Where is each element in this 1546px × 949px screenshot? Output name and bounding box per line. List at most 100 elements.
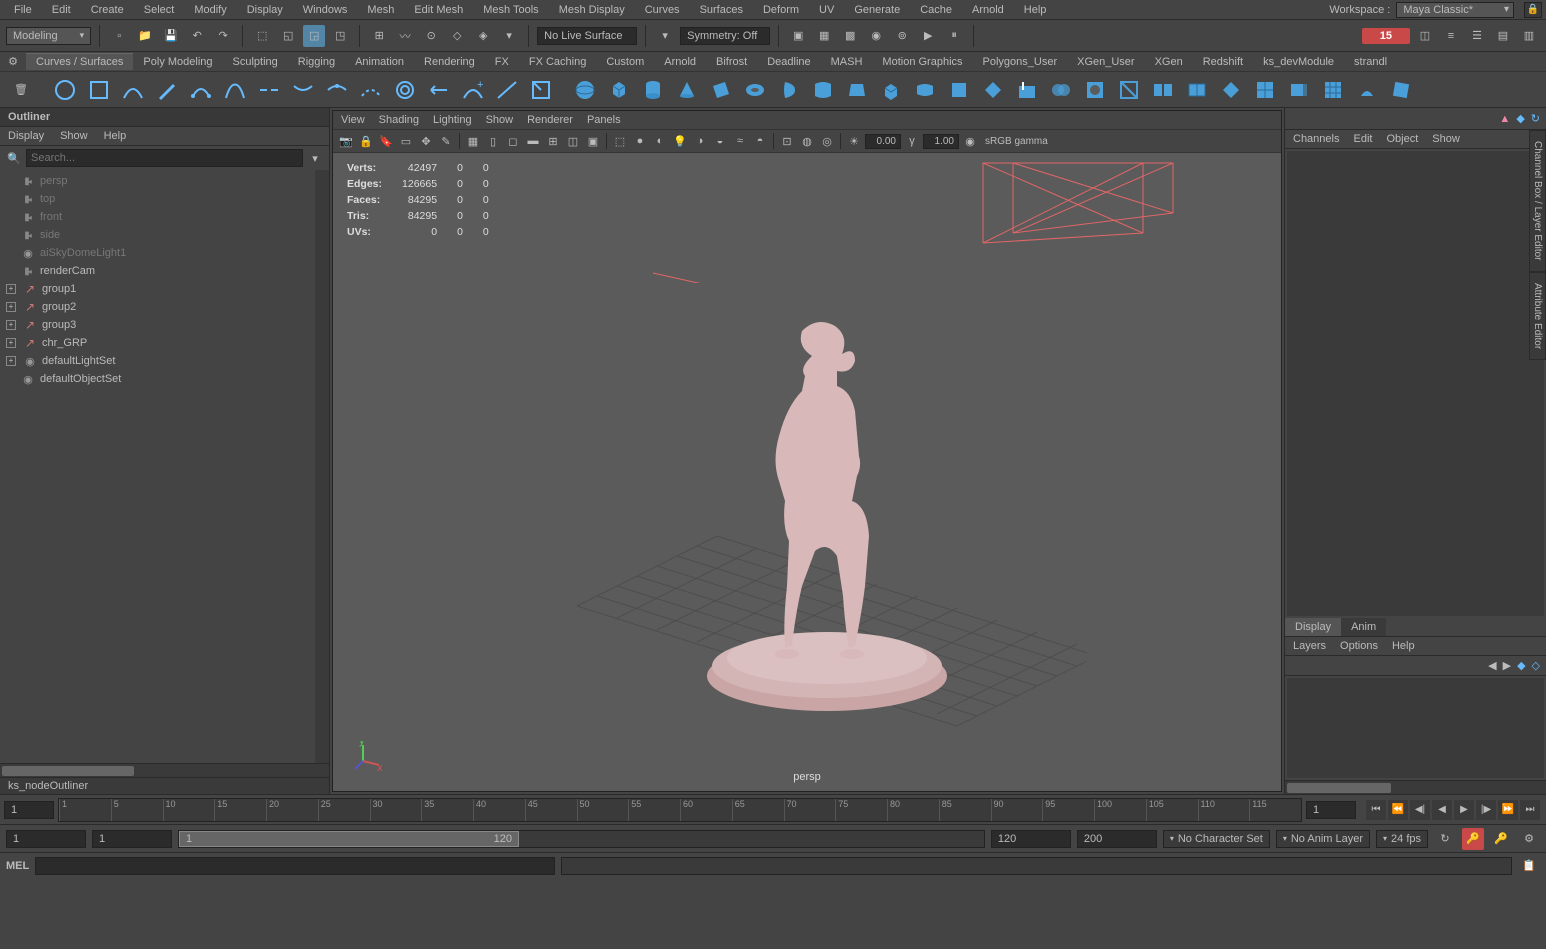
- rebuild-surface-icon[interactable]: [1318, 75, 1348, 105]
- sculpt-surface-icon[interactable]: [1352, 75, 1382, 105]
- layer-moveup-icon[interactable]: ◀: [1488, 659, 1496, 672]
- bevel-icon[interactable]: [978, 75, 1008, 105]
- range-slider[interactable]: 1120: [178, 830, 985, 848]
- extend-surface-icon[interactable]: [1284, 75, 1314, 105]
- shelf-tab-rig[interactable]: Rigging: [288, 54, 345, 70]
- render-settings-icon[interactable]: ▩: [839, 25, 861, 47]
- menu-uv[interactable]: UV: [809, 2, 844, 18]
- gamma-field[interactable]: 1.00: [923, 134, 959, 149]
- wireframe-icon[interactable]: ⬚: [611, 132, 629, 150]
- insert-iso-icon[interactable]: [1250, 75, 1280, 105]
- vp-menu-panels[interactable]: Panels: [587, 114, 621, 126]
- mode-selector-dropdown[interactable]: Modeling: [6, 27, 91, 45]
- detach-curve-icon[interactable]: [288, 75, 318, 105]
- menu-cache[interactable]: Cache: [910, 2, 962, 18]
- menu-arnold[interactable]: Arnold: [962, 2, 1014, 18]
- prefs-icon[interactable]: ⚙: [1518, 828, 1540, 850]
- snap-view-icon[interactable]: ◈: [472, 25, 494, 47]
- field-chart-icon[interactable]: ⊞: [544, 132, 562, 150]
- expand-icon[interactable]: +: [6, 302, 16, 312]
- shadows-icon[interactable]: ◑: [691, 132, 709, 150]
- outliner-item-group3[interactable]: +group3: [0, 316, 329, 334]
- attach-curve-icon[interactable]: [254, 75, 284, 105]
- three-point-arc-icon[interactable]: [186, 75, 216, 105]
- search-icon[interactable]: 🔍: [6, 150, 22, 166]
- layer-new-empty-icon[interactable]: ◆: [1517, 659, 1525, 672]
- expand-icon[interactable]: +: [6, 338, 16, 348]
- sidebar-toggle-4-icon[interactable]: ▤: [1492, 25, 1514, 47]
- shelf-tab-sculpt[interactable]: Sculpting: [223, 54, 288, 70]
- snap-curve-icon[interactable]: 〰: [394, 25, 416, 47]
- anim-start-field[interactable]: [6, 830, 86, 848]
- menu-edit[interactable]: Edit: [42, 2, 81, 18]
- channel-menu-object[interactable]: Object: [1386, 133, 1418, 145]
- textured-icon[interactable]: ◐: [651, 132, 669, 150]
- shelf-tab-custom[interactable]: Custom: [596, 54, 654, 70]
- shelf-tab-polyuser[interactable]: Polygons_User: [973, 54, 1068, 70]
- shelf-trash-icon[interactable]: 🗑: [6, 75, 36, 105]
- range-max-field[interactable]: [991, 830, 1071, 848]
- sidebar-toggle-2-icon[interactable]: ≡: [1440, 25, 1462, 47]
- add-points-icon[interactable]: +: [458, 75, 488, 105]
- shelf-tab-poly[interactable]: Poly Modeling: [133, 54, 222, 70]
- xray-icon[interactable]: ◍: [798, 132, 816, 150]
- grease-pencil-icon[interactable]: ✎: [437, 132, 455, 150]
- menu-help[interactable]: Help: [1014, 2, 1057, 18]
- command-input[interactable]: [35, 857, 555, 875]
- open-close-icon[interactable]: [1216, 75, 1246, 105]
- rebuild-curve-icon[interactable]: [424, 75, 454, 105]
- layer-menu-layers[interactable]: Layers: [1293, 640, 1326, 652]
- bookmark-icon[interactable]: 🔖: [377, 132, 395, 150]
- render-view-icon[interactable]: ◉: [865, 25, 887, 47]
- outliner-menu-display[interactable]: Display: [8, 130, 44, 142]
- step-forward-key-icon[interactable]: ⏩: [1498, 800, 1518, 820]
- outliner-item-persp[interactable]: persp: [0, 172, 329, 190]
- step-back-key-icon[interactable]: ⏪: [1388, 800, 1408, 820]
- manip-icon[interactable]: ▲: [1499, 113, 1510, 125]
- outliner-item-group1[interactable]: +group1: [0, 280, 329, 298]
- manip-icon-2[interactable]: ◆: [1516, 112, 1524, 125]
- menu-select[interactable]: Select: [134, 2, 185, 18]
- outliner-item-side[interactable]: side: [0, 226, 329, 244]
- cmd-lang-label[interactable]: MEL: [6, 860, 29, 872]
- shelf-tab-xgenuser[interactable]: XGen_User: [1067, 54, 1144, 70]
- channel-menu-edit[interactable]: Edit: [1353, 133, 1372, 145]
- layer-list[interactable]: [1287, 678, 1544, 778]
- play-forward-icon[interactable]: ▶: [1454, 800, 1474, 820]
- menu-generate[interactable]: Generate: [844, 2, 910, 18]
- outliner-scrollbar-h[interactable]: [0, 763, 329, 777]
- live-surface-field[interactable]: No Live Surface: [537, 27, 637, 45]
- viewport-canvas[interactable]: Verts:4249700 Edges:12666500 Faces:84295…: [333, 153, 1281, 791]
- ep-curve-icon[interactable]: [118, 75, 148, 105]
- menu-display[interactable]: Display: [237, 2, 293, 18]
- step-back-icon[interactable]: ◀|: [1410, 800, 1430, 820]
- shelf-tab-deadline[interactable]: Deadline: [757, 54, 820, 70]
- expand-icon[interactable]: +: [6, 356, 16, 366]
- outliner-search-input[interactable]: [26, 149, 303, 167]
- shelf-tab-xgen[interactable]: XGen: [1145, 54, 1193, 70]
- shelf-tab-redshift[interactable]: Redshift: [1193, 54, 1253, 70]
- menu-curves[interactable]: Curves: [635, 2, 690, 18]
- shelf-tab-mograph[interactable]: Motion Graphics: [872, 54, 972, 70]
- sidebar-toggle-1-icon[interactable]: ◫: [1414, 25, 1436, 47]
- intersect-icon[interactable]: [1046, 75, 1076, 105]
- pencil-curve-icon[interactable]: [152, 75, 182, 105]
- nurbs-square-icon[interactable]: [84, 75, 114, 105]
- offset-curve-icon[interactable]: [390, 75, 420, 105]
- layer-tab-display[interactable]: Display: [1285, 618, 1341, 636]
- ao-icon[interactable]: ◒: [711, 132, 729, 150]
- character-set-dropdown[interactable]: No Character Set: [1163, 830, 1270, 848]
- planar-icon[interactable]: [842, 75, 872, 105]
- sidebar-toggle-3-icon[interactable]: ☰: [1466, 25, 1488, 47]
- project-surface-icon[interactable]: [1012, 75, 1042, 105]
- select-camera-icon[interactable]: 📷: [337, 132, 355, 150]
- snap-point-icon[interactable]: ⊙: [420, 25, 442, 47]
- shelf-tab-ksdev[interactable]: ks_devModule: [1253, 54, 1344, 70]
- trim-icon[interactable]: [1080, 75, 1110, 105]
- snap-live-icon[interactable]: ▾: [498, 25, 520, 47]
- vp-menu-lighting[interactable]: Lighting: [433, 114, 472, 126]
- motion-blur-icon[interactable]: ≈: [731, 132, 749, 150]
- outliner-item-front[interactable]: front: [0, 208, 329, 226]
- search-dropdown-icon[interactable]: ▾: [307, 152, 323, 165]
- current-frame-end-field[interactable]: [1306, 801, 1356, 819]
